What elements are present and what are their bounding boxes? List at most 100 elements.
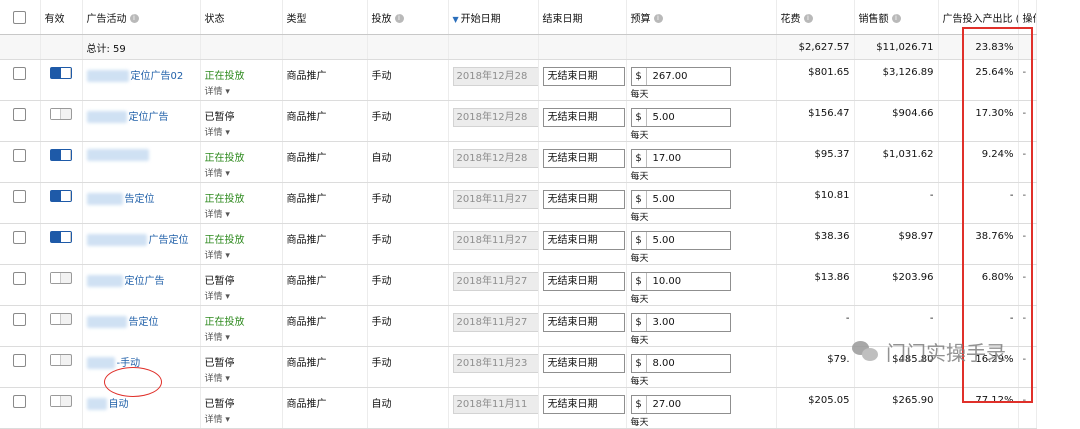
details-dropdown[interactable]: 详情 ▾ [205,248,278,261]
end-date-cell[interactable]: 无结束日期 [538,223,627,265]
end-date-field[interactable]: 无结束日期 [542,395,625,414]
end-date-cell[interactable]: 无结束日期 [538,141,627,183]
details-dropdown[interactable]: 详情 ▾ [205,289,278,302]
active-cell[interactable] [40,59,83,101]
header-end-date[interactable]: 结束日期 [538,0,627,35]
budget-input[interactable]: $27.00 [630,395,731,414]
end-date-cell[interactable]: 无结束日期 [538,182,627,224]
budget-input[interactable]: $10.00 [630,272,731,291]
action-cell[interactable]: - [1018,223,1037,265]
end-date-cell[interactable]: 无结束日期 [538,264,627,306]
active-cell[interactable] [40,141,83,183]
end-date-field[interactable]: 无结束日期 [542,149,625,168]
header-spend[interactable]: 花费 i [776,0,855,35]
budget-input[interactable]: $267.00 [630,67,731,86]
info-icon[interactable]: i [803,14,813,23]
campaign-link[interactable]: 定位广告 [129,112,169,123]
end-date-cell[interactable]: 无结束日期 [538,346,627,388]
details-dropdown[interactable]: 详情 ▾ [205,330,278,343]
row-select-cell[interactable] [0,264,41,306]
budget-input[interactable]: $3.00 [630,313,731,332]
status-cell[interactable]: 已暂停 详情 ▾ [200,100,283,142]
details-dropdown[interactable]: 详情 ▾ [205,84,278,97]
campaign-cell[interactable]: 告定位 [82,305,201,347]
budget-cell[interactable]: $5.00 每天 [626,182,777,224]
details-dropdown[interactable]: 详情 ▾ [205,125,278,138]
budget-cell[interactable]: $3.00 每天 [626,305,777,347]
active-toggle[interactable] [50,313,72,325]
status-cell[interactable]: 正在投放 详情 ▾ [200,141,283,183]
end-date-field[interactable]: 无结束日期 [542,354,625,373]
active-toggle[interactable] [50,354,72,366]
campaign-cell[interactable]: 定位广告 [82,100,201,142]
select-all-checkbox[interactable] [13,10,27,24]
budget-cell[interactable]: $27.00 每天 [626,387,777,429]
end-date-cell[interactable]: 无结束日期 [538,305,627,347]
active-cell[interactable] [40,100,83,142]
row-checkbox[interactable] [13,67,27,80]
row-select-cell[interactable] [0,305,41,347]
row-checkbox[interactable] [13,354,27,367]
campaign-link[interactable]: 自动 [109,399,129,410]
active-toggle[interactable] [50,231,72,243]
row-checkbox[interactable] [13,272,27,285]
campaign-link[interactable]: -手动 [117,358,141,369]
end-date-cell[interactable]: 无结束日期 [538,387,627,429]
row-select-cell[interactable] [0,387,41,429]
details-dropdown[interactable]: 详情 ▾ [205,412,278,425]
header-acos[interactable]: 广告投入产出比 (A [938,0,1019,35]
action-cell[interactable]: - [1018,100,1037,142]
details-dropdown[interactable]: 详情 ▾ [205,371,278,384]
row-checkbox[interactable] [13,149,27,162]
campaign-cell[interactable]: 广告定位 [82,223,201,265]
row-select-cell[interactable] [0,59,41,101]
row-select-cell[interactable] [0,100,41,142]
budget-input[interactable]: $8.00 [630,354,731,373]
active-cell[interactable] [40,223,83,265]
budget-cell[interactable]: $5.00 每天 [626,223,777,265]
action-cell[interactable]: - [1018,182,1037,224]
header-status[interactable]: 状态 [200,0,283,35]
active-toggle[interactable] [50,272,72,284]
campaign-cell[interactable] [82,141,201,183]
budget-cell[interactable]: $17.00 每天 [626,141,777,183]
action-cell[interactable]: - [1018,264,1037,306]
active-cell[interactable] [40,346,83,388]
campaign-cell[interactable]: 自动 [82,387,201,429]
header-type[interactable]: 类型 [282,0,368,35]
row-checkbox[interactable] [13,190,27,203]
campaign-link[interactable]: 告定位 [125,194,155,205]
campaign-link[interactable]: 定位广告 [125,276,165,287]
status-cell[interactable]: 正在投放 详情 ▾ [200,305,283,347]
budget-input[interactable]: $5.00 [630,231,731,250]
end-date-cell[interactable]: 无结束日期 [538,100,627,142]
budget-input[interactable]: $5.00 [630,190,731,209]
active-cell[interactable] [40,182,83,224]
campaign-link[interactable]: 告定位 [129,317,159,328]
budget-cell[interactable]: $8.00 每天 [626,346,777,388]
info-icon[interactable]: i [394,14,404,23]
end-date-field[interactable]: 无结束日期 [542,67,625,86]
campaign-link[interactable]: 广告定位 [149,235,189,246]
status-cell[interactable]: 已暂停 详情 ▾ [200,264,283,306]
status-cell[interactable]: 正在投放 详情 ▾ [200,182,283,224]
row-checkbox[interactable] [13,231,27,244]
action-cell[interactable]: - [1018,346,1037,388]
header-campaign[interactable]: 广告活动 i [82,0,201,35]
budget-cell[interactable]: $10.00 每天 [626,264,777,306]
budget-cell[interactable]: $267.00 每天 [626,59,777,101]
end-date-field[interactable]: 无结束日期 [542,272,625,291]
active-cell[interactable] [40,264,83,306]
active-toggle[interactable] [50,67,72,79]
row-checkbox[interactable] [13,395,27,408]
campaign-cell[interactable]: 告定位 [82,182,201,224]
active-toggle[interactable] [50,108,72,120]
info-icon[interactable]: i [129,14,139,23]
row-select-cell[interactable] [0,141,41,183]
end-date-cell[interactable]: 无结束日期 [538,59,627,101]
active-toggle[interactable] [50,395,72,407]
select-all-cell[interactable] [0,0,41,35]
active-toggle[interactable] [50,190,72,202]
row-checkbox[interactable] [13,108,27,121]
info-icon[interactable]: i [891,14,901,23]
